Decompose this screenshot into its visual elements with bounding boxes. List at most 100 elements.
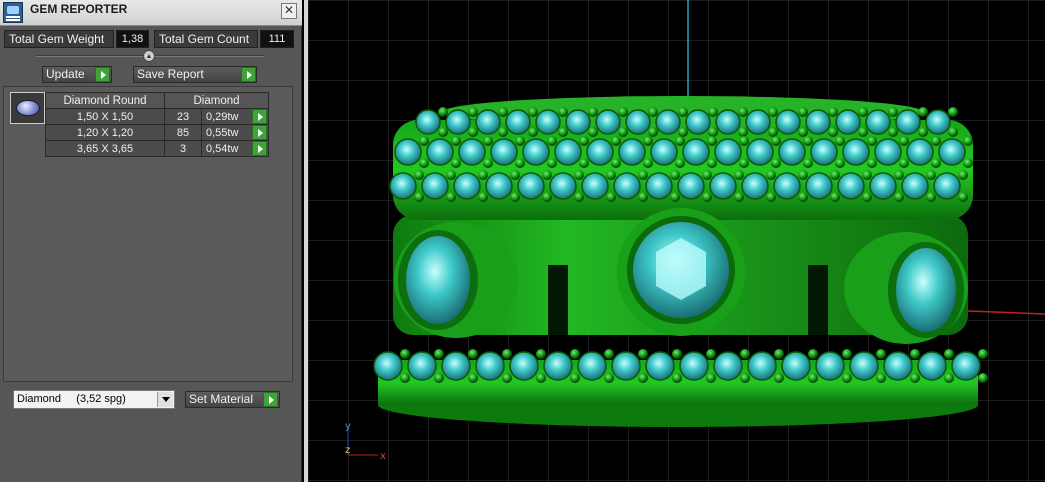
metal-bead (606, 170, 616, 180)
material-dropdown[interactable]: Diamond (3,52 spg) (13, 390, 175, 409)
gem-weight-cell: 0,29tw (201, 108, 269, 125)
metal-bead (828, 127, 838, 137)
pave-stone (613, 172, 641, 200)
pave-stone (407, 351, 437, 381)
metal-bead (611, 136, 621, 146)
pave-stone (554, 138, 582, 166)
gem-size-cell: 1,50 X 1,50 (45, 108, 165, 125)
metal-bead (803, 158, 813, 168)
metal-bead (604, 349, 614, 359)
pave-stone (906, 138, 934, 166)
right-bezel-setting (844, 232, 968, 344)
metal-bead (738, 107, 748, 117)
metal-bead (536, 349, 546, 359)
metal-bead (798, 170, 808, 180)
pave-stone (650, 138, 678, 166)
metal-bead (643, 158, 653, 168)
panel-split-slider-handle[interactable] (143, 50, 155, 62)
pave-stone (475, 351, 505, 381)
metal-bead (944, 349, 954, 359)
metal-bead (798, 107, 808, 117)
metal-bead (588, 107, 598, 117)
gem-reporter-icon (3, 2, 23, 23)
metal-bead (739, 158, 749, 168)
ring-model-render[interactable]: y z x (308, 0, 1045, 482)
pave-stone (778, 138, 806, 166)
title-bar: GEM REPORTER ✕ (0, 0, 302, 26)
update-play-arrow-icon[interactable] (95, 67, 110, 82)
table-row[interactable]: 1,20 X 1,20 85 0,55tw (45, 124, 269, 141)
metal-bead (842, 373, 852, 383)
metal-bead (478, 192, 488, 202)
save-report-button-label: Save Report (137, 67, 204, 81)
table-row[interactable]: 3,65 X 3,65 3 0,54tw (45, 140, 269, 157)
pave-stone (713, 351, 743, 381)
save-report-play-arrow-icon[interactable] (241, 67, 256, 82)
pave-stone (745, 109, 771, 135)
row-play-arrow-icon[interactable] (252, 141, 267, 156)
metal-bead (862, 192, 872, 202)
gem-table: Diamond Round Diamond 1,50 X 1,50 23 0,2… (45, 92, 269, 157)
pave-stone (951, 351, 981, 381)
table-row[interactable]: 1,50 X 1,50 23 0,29tw (45, 108, 269, 125)
metal-bead (798, 127, 808, 137)
pave-stone (421, 172, 449, 200)
center-cutout-left (548, 265, 568, 335)
round-diamond-icon[interactable] (10, 92, 45, 124)
set-material-play-arrow-icon[interactable] (263, 392, 278, 407)
pave-stone (849, 351, 879, 381)
pave-stone (917, 351, 947, 381)
pave-stone (517, 172, 545, 200)
pave-stone (815, 351, 845, 381)
pave-stone (611, 351, 641, 381)
metal-bead (515, 158, 525, 168)
gem-count-cell: 23 (164, 108, 202, 125)
row-play-arrow-icon[interactable] (252, 125, 267, 140)
metal-bead (835, 158, 845, 168)
total-gem-count-label: Total Gem Count (154, 30, 258, 48)
pave-stone (775, 109, 801, 135)
metal-bead (876, 349, 886, 359)
pave-stone (895, 109, 921, 135)
pave-stone (586, 138, 614, 166)
gem-reporter-panel: GEM REPORTER ✕ Total Gem Weight 1,38 Tot… (0, 0, 302, 482)
row-play-arrow-icon[interactable] (252, 109, 267, 124)
pave-stone (805, 172, 833, 200)
metal-bead (739, 136, 749, 146)
metal-bead (510, 192, 520, 202)
close-button[interactable]: ✕ (281, 3, 297, 19)
total-gem-count-value: 111 (260, 30, 294, 48)
pave-stone (453, 172, 481, 200)
metal-bead (675, 158, 685, 168)
metal-bead (483, 136, 493, 146)
save-report-button[interactable]: Save Report (133, 66, 257, 83)
left-bezel-setting (394, 222, 518, 338)
gem-weight-cell: 0,55tw (201, 124, 269, 141)
metal-bead (515, 136, 525, 146)
metal-bead (638, 170, 648, 180)
pave-stone (441, 351, 471, 381)
chevron-down-icon[interactable] (157, 392, 173, 407)
metal-bead (948, 107, 958, 117)
metal-bead (958, 170, 968, 180)
pave-stone (394, 138, 422, 166)
metal-bead (672, 373, 682, 383)
gizmo-z-label: z (345, 445, 350, 456)
pave-stone (595, 109, 621, 135)
pave-stone (645, 172, 673, 200)
metal-bead (774, 373, 784, 383)
metal-bead (438, 127, 448, 137)
metal-bead (931, 158, 941, 168)
metal-bead (867, 158, 877, 168)
metal-bead (558, 127, 568, 137)
metal-bead (707, 136, 717, 146)
metal-bead (498, 107, 508, 117)
metal-bead (670, 170, 680, 180)
pave-stone (458, 138, 486, 166)
metal-bead (579, 136, 589, 146)
metal-bead (706, 349, 716, 359)
metal-bead (888, 107, 898, 117)
metal-bead (678, 127, 688, 137)
metal-bead (638, 349, 648, 359)
3d-viewport[interactable]: y z x (304, 0, 1045, 482)
